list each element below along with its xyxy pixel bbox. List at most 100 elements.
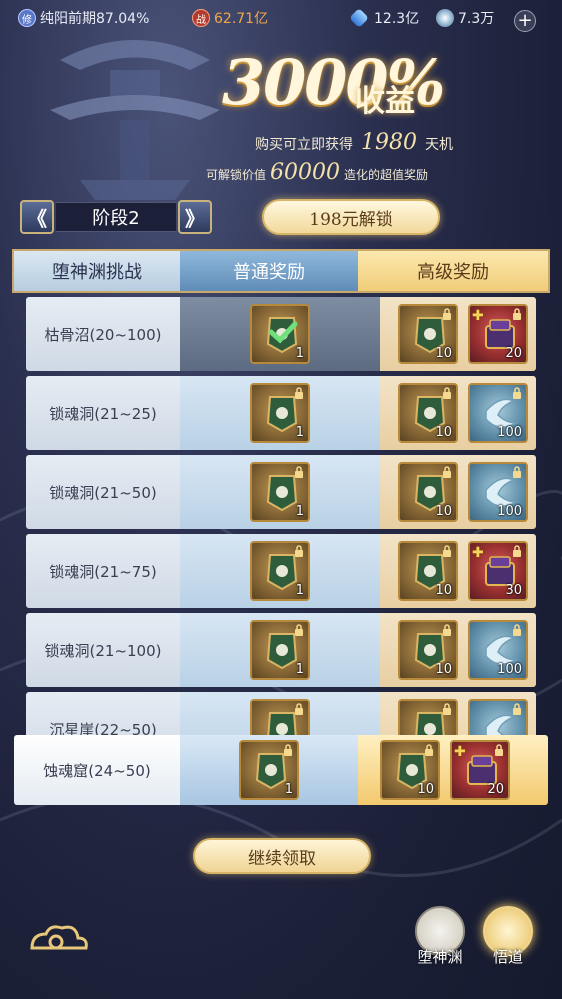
lock-icon <box>513 703 521 715</box>
lock-icon <box>295 703 303 715</box>
lock-icon <box>443 387 451 399</box>
normal-reward-cell: 1 <box>180 613 380 687</box>
reward-qty: 20 <box>505 346 522 361</box>
nav-enlighten-label: 悟道 <box>492 948 523 966</box>
cultivation-stat[interactable]: 修 纯阳前期87.04% <box>18 8 149 28</box>
challenge-name: 锁魂洞(21~100) <box>26 613 180 687</box>
reward-item[interactable]: 1 <box>250 620 310 680</box>
reward-item[interactable]: ✚ 20 <box>468 304 528 364</box>
column-normal-reward: 普通奖励 <box>180 249 358 293</box>
reward-qty: 1 <box>295 583 304 598</box>
gem-stat[interactable]: 12.3亿 <box>349 8 420 28</box>
gem-value: 12.3亿 <box>374 11 420 27</box>
lock-icon <box>513 466 521 478</box>
reward-table-header: 堕神渊挑战 普通奖励 高级奖励 <box>12 249 550 293</box>
power-value: 62.71亿 <box>214 11 269 27</box>
lock-icon <box>513 545 521 557</box>
reward-item[interactable]: 100 <box>468 462 528 522</box>
add-currency-button[interactable]: + <box>514 10 536 32</box>
cultivation-icon: 修 <box>18 9 36 27</box>
reward-item[interactable]: 10 <box>398 620 458 680</box>
reward-qty: 1 <box>295 425 304 440</box>
coin-stat[interactable]: 7.3万 <box>436 8 494 28</box>
bonus-icon: ✚ <box>472 545 484 561</box>
reward-qty: 1 <box>295 346 304 361</box>
table-row: 锁魂洞(21~50) 1 10 100 <box>26 455 536 531</box>
reward-item[interactable]: 1 <box>250 462 310 522</box>
table-row: 枯骨沼(20~100) 1 10 ✚ 20 <box>26 297 536 373</box>
prev-stage-button[interactable]: 《 <box>20 200 54 234</box>
reward-item[interactable]: 10 <box>398 462 458 522</box>
normal-reward-cell: 1 <box>180 376 380 450</box>
table-row: 锁魂洞(21~25) 1 10 100 <box>26 376 536 452</box>
normal-reward-cell: 1 <box>180 455 380 529</box>
lock-icon <box>284 744 292 756</box>
cultivation-text: 纯阳前期87.04% <box>40 11 150 27</box>
reward-qty: 10 <box>435 346 452 361</box>
stage-label: 阶段2 <box>56 202 176 232</box>
reward-qty: 10 <box>435 662 452 677</box>
reward-item[interactable]: ✚ 30 <box>468 541 528 601</box>
check-icon <box>268 321 298 344</box>
lock-icon <box>513 624 521 636</box>
lock-icon <box>495 744 503 756</box>
bonus-icon: ✚ <box>472 308 484 324</box>
promo-line-1: 购买可立即获得 1980 天机 <box>255 130 453 155</box>
reward-item[interactable]: ✚ 20 <box>450 740 510 800</box>
reward-qty: 100 <box>497 662 522 677</box>
reward-qty: 10 <box>417 782 434 797</box>
tianji-amount: 1980 <box>361 130 417 155</box>
coin-value: 7.3万 <box>458 11 495 27</box>
continue-claim-button[interactable]: 继续领取 <box>193 838 371 874</box>
premium-reward-cell: 10 ✚ 30 <box>380 534 536 608</box>
challenge-name: 锁魂洞(21~75) <box>26 534 180 608</box>
premium-reward-cell: 10 ✚ 20 <box>358 735 548 805</box>
reward-qty: 20 <box>487 782 504 797</box>
reward-qty: 10 <box>435 583 452 598</box>
reward-item[interactable]: 10 <box>398 304 458 364</box>
premium-reward-cell: 10 100 <box>380 613 536 687</box>
normal-reward-cell: 1 <box>180 297 380 371</box>
reward-qty: 100 <box>497 425 522 440</box>
bonus-icon: ✚ <box>454 744 466 760</box>
lock-icon <box>443 545 451 557</box>
reward-item[interactable]: 10 <box>398 383 458 443</box>
lock-icon <box>443 308 451 320</box>
reward-item[interactable]: 100 <box>468 620 528 680</box>
reward-qty: 1 <box>295 662 304 677</box>
reward-qty: 1 <box>284 782 293 797</box>
challenge-name: 蚀魂窟(24~50) <box>14 735 180 805</box>
normal-reward-cell: 1 <box>180 735 358 805</box>
stage-selector: 《 阶段2 》 <box>20 200 212 234</box>
reward-qty: 1 <box>295 504 304 519</box>
next-stage-button[interactable]: 》 <box>178 200 212 234</box>
lock-icon <box>443 624 451 636</box>
reward-item[interactable]: 10 <box>398 541 458 601</box>
lock-icon <box>513 387 521 399</box>
reward-item[interactable]: 100 <box>468 383 528 443</box>
headline-suffix: 收益 <box>355 84 415 119</box>
table-row: 蚀魂窟(24~50) 1 10 ✚ 20 <box>14 735 548 805</box>
normal-reward-cell: 1 <box>180 534 380 608</box>
auspicious-cloud-icon[interactable] <box>26 920 92 960</box>
reward-item[interactable]: 10 <box>380 740 440 800</box>
lock-icon <box>295 624 303 636</box>
nav-abyss-button[interactable]: 堕神渊 <box>412 906 468 972</box>
lock-icon <box>295 545 303 557</box>
premium-reward-cell: 10 100 <box>380 455 536 529</box>
promo-line-2: 可解锁价值 60000 造化的超值奖励 <box>206 160 429 185</box>
pagoda-decoration <box>50 40 220 200</box>
nav-abyss-label: 堕神渊 <box>417 948 463 966</box>
column-premium-reward: 高级奖励 <box>358 249 550 293</box>
lock-icon <box>425 744 433 756</box>
reward-item[interactable]: 1 <box>250 541 310 601</box>
power-stat[interactable]: 战 62.71亿 <box>192 8 268 28</box>
nav-enlighten-button[interactable]: 悟道 <box>480 906 536 972</box>
reward-item[interactable]: 1 <box>250 304 310 364</box>
unlock-button[interactable]: 198元解锁 <box>262 199 440 235</box>
coin-icon <box>436 9 454 27</box>
premium-reward-cell: 10 ✚ 20 <box>380 297 536 371</box>
reward-item[interactable]: 1 <box>239 740 299 800</box>
lock-icon <box>443 703 451 715</box>
reward-item[interactable]: 1 <box>250 383 310 443</box>
